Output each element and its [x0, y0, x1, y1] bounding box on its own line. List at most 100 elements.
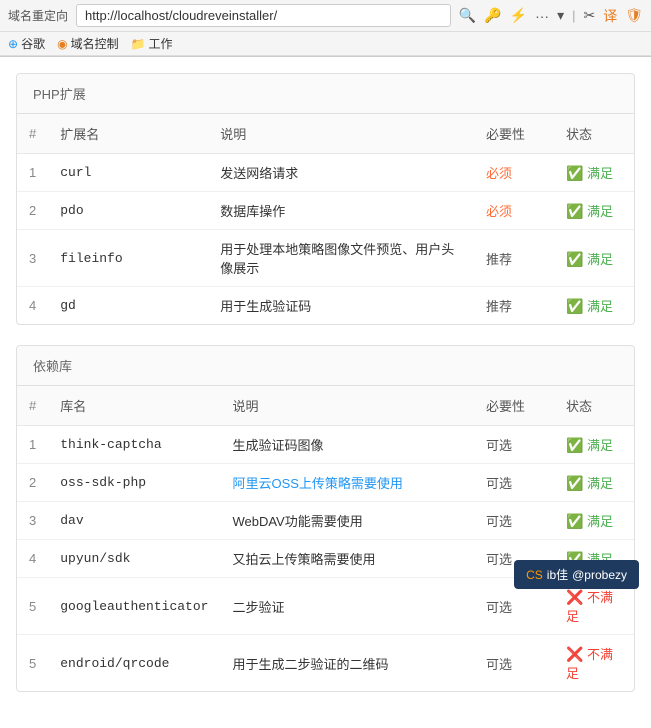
- cell-num: 2: [17, 464, 48, 502]
- lib-col-desc: 说明: [220, 386, 474, 426]
- bookmarks-bar: ⊕ 谷歌 ◉ 域名控制 📁 工作: [0, 32, 651, 56]
- bookmark-google[interactable]: ⊕ 谷歌: [8, 35, 45, 52]
- table-row: 1 curl 发送网络请求 必须 ✅ 满足: [17, 154, 634, 192]
- cell-status: ✅ 满足: [554, 426, 634, 464]
- shield-icon[interactable]: 🛡: [625, 7, 643, 24]
- php-col-desc: 说明: [208, 114, 474, 154]
- lib-col-num: #: [17, 386, 48, 426]
- cell-name: gd: [48, 287, 208, 325]
- table-row: 4 gd 用于生成验证码 推荐 ✅ 满足: [17, 287, 634, 325]
- cell-status: ✅ 满足: [554, 154, 634, 192]
- php-col-name: 扩展名: [48, 114, 208, 154]
- cell-required: 可选: [474, 635, 554, 692]
- cell-required: 可选: [474, 464, 554, 502]
- php-section-card: PHP扩展 # 扩展名 说明 必要性 状态 1 curl 发送网络请求 必须 ✅…: [16, 73, 635, 325]
- bottom-badge: CS ib佳 @probezy: [514, 560, 639, 589]
- lib-table: # 库名 说明 必要性 状态 1 think-captcha 生成验证码图像 可…: [17, 386, 634, 691]
- cell-status: ✅ 满足: [554, 230, 634, 287]
- php-table: # 扩展名 说明 必要性 状态 1 curl 发送网络请求 必须 ✅ 满足 2 …: [17, 114, 634, 324]
- cell-name: dav: [48, 502, 220, 540]
- bookmark-work-label: 工作: [149, 35, 173, 52]
- cell-num: 1: [17, 154, 48, 192]
- cell-required: 可选: [474, 426, 554, 464]
- bookmark-google-label: 谷歌: [21, 35, 45, 52]
- domain-ctrl-icon: ◉: [57, 37, 67, 51]
- lib-col-required: 必要性: [474, 386, 554, 426]
- table-row: 5 endroid/qrcode 用于生成二步验证的二维码 可选 ❌ 不满足: [17, 635, 634, 692]
- cell-name: pdo: [48, 192, 208, 230]
- cell-desc: 又拍云上传策略需要使用: [220, 540, 474, 578]
- bookmark-domain-ctrl[interactable]: ◉ 域名控制: [57, 35, 119, 52]
- cell-desc: 发送网络请求: [208, 154, 474, 192]
- nav-icons: 🔍 🔑 ⚡ ··· ▾ | ✂ 译 🛡: [459, 6, 643, 26]
- cell-num: 3: [17, 502, 48, 540]
- cell-num: 4: [17, 540, 48, 578]
- nav-bar: 域名重定向 🔍 🔑 ⚡ ··· ▾ | ✂ 译 🛡: [0, 0, 651, 32]
- page-content: PHP扩展 # 扩展名 说明 必要性 状态 1 curl 发送网络请求 必须 ✅…: [0, 57, 651, 728]
- badge-icon: CS: [526, 568, 543, 582]
- cell-name: curl: [48, 154, 208, 192]
- table-row: 1 think-captcha 生成验证码图像 可选 ✅ 满足: [17, 426, 634, 464]
- cell-required: 可选: [474, 502, 554, 540]
- php-col-required: 必要性: [474, 114, 554, 154]
- cell-status: ✅ 满足: [554, 287, 634, 325]
- badge-label: @probezy: [572, 568, 627, 582]
- cell-status: ✅ 满足: [554, 464, 634, 502]
- php-table-header: # 扩展名 说明 必要性 状态: [17, 114, 634, 154]
- search-icon[interactable]: 🔍: [459, 7, 476, 24]
- bolt-icon[interactable]: ⚡: [510, 7, 527, 24]
- chevron-down-icon[interactable]: ▾: [557, 7, 564, 24]
- cell-desc: 阿里云OSS上传策略需要使用: [220, 464, 474, 502]
- bookmark-domain-ctrl-label: 域名控制: [71, 35, 119, 52]
- cell-name: googleauthenticator: [48, 578, 220, 635]
- cell-desc: 生成验证码图像: [220, 426, 474, 464]
- lib-col-name: 库名: [48, 386, 220, 426]
- cell-status: ✅ 满足: [554, 192, 634, 230]
- cell-num: 5: [17, 578, 48, 635]
- cell-desc: 用于处理本地策略图像文件预览、用户头像展示: [208, 230, 474, 287]
- cell-status: ✅ 满足: [554, 502, 634, 540]
- cell-num: 3: [17, 230, 48, 287]
- cell-required: 推荐: [474, 287, 554, 325]
- table-row: 2 oss-sdk-php 阿里云OSS上传策略需要使用 可选 ✅ 满足: [17, 464, 634, 502]
- cell-required: 必须: [474, 192, 554, 230]
- lib-col-status: 状态: [554, 386, 634, 426]
- cell-name: oss-sdk-php: [48, 464, 220, 502]
- php-section-title: PHP扩展: [17, 74, 634, 114]
- cell-name: think-captcha: [48, 426, 220, 464]
- cell-name: upyun/sdk: [48, 540, 220, 578]
- cell-num: 2: [17, 192, 48, 230]
- table-row: 3 dav WebDAV功能需要使用 可选 ✅ 满足: [17, 502, 634, 540]
- bookmark-work[interactable]: 📁 工作: [131, 35, 173, 52]
- table-row: 2 pdo 数据库操作 必须 ✅ 满足: [17, 192, 634, 230]
- url-bar[interactable]: [76, 4, 451, 27]
- cell-name: endroid/qrcode: [48, 635, 220, 692]
- lib-section-card: 依赖库 # 库名 说明 必要性 状态 1 think-captcha 生成验证码…: [16, 345, 635, 692]
- cell-required: 推荐: [474, 230, 554, 287]
- key-icon[interactable]: 🔑: [484, 7, 501, 24]
- cell-desc: 二步验证: [220, 578, 474, 635]
- cell-num: 4: [17, 287, 48, 325]
- cell-status: ❌ 不满足: [554, 635, 634, 692]
- lib-section-title: 依赖库: [17, 346, 634, 386]
- table-row: 3 fileinfo 用于处理本地策略图像文件预览、用户头像展示 推荐 ✅ 满足: [17, 230, 634, 287]
- cell-required: 必须: [474, 154, 554, 192]
- browser-chrome: 域名重定向 🔍 🔑 ⚡ ··· ▾ | ✂ 译 🛡 ⊕ 谷歌 ◉ 域名控制 📁 …: [0, 0, 651, 57]
- cell-desc: 数据库操作: [208, 192, 474, 230]
- lib-table-header: # 库名 说明 必要性 状态: [17, 386, 634, 426]
- ellipsis-icon[interactable]: ···: [535, 8, 549, 24]
- folder-icon: 📁: [131, 37, 146, 51]
- scissors-icon[interactable]: ✂: [583, 7, 595, 24]
- cell-desc: WebDAV功能需要使用: [220, 502, 474, 540]
- translate-icon[interactable]: 译: [603, 6, 617, 26]
- google-icon: ⊕: [8, 37, 18, 51]
- cell-num: 5: [17, 635, 48, 692]
- cell-name: fileinfo: [48, 230, 208, 287]
- cell-desc: 用于生成验证码: [208, 287, 474, 325]
- nav-redirect-label: 域名重定向: [8, 7, 68, 24]
- php-col-num: #: [17, 114, 48, 154]
- cell-desc: 用于生成二步验证的二维码: [220, 635, 474, 692]
- cell-num: 1: [17, 426, 48, 464]
- badge-separator: ib佳: [547, 566, 568, 583]
- php-col-status: 状态: [554, 114, 634, 154]
